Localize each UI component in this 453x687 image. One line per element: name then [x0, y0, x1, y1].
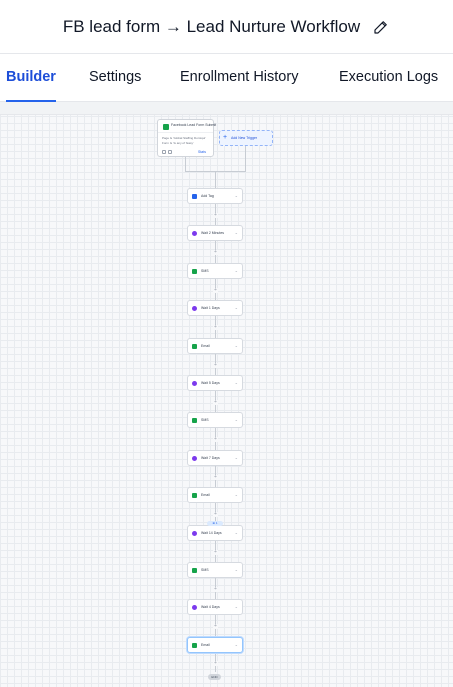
- action-node-sms[interactable]: SMS ⌄: [187, 412, 243, 428]
- action-label: Wait 1 Days: [201, 306, 220, 310]
- action-node-sms[interactable]: SMS ⌄: [187, 263, 243, 279]
- action-node-sms[interactable]: Email ⌄: [187, 338, 243, 354]
- end-node: END: [208, 674, 221, 680]
- stats-link[interactable]: Stats: [198, 150, 206, 154]
- action-label: SMS: [201, 269, 209, 273]
- connector: [245, 146, 246, 171]
- clock-icon: [192, 306, 197, 311]
- add-action-icon[interactable]: +: [213, 250, 218, 255]
- tab-settings[interactable]: Settings: [89, 54, 141, 101]
- clock-icon: [192, 456, 197, 461]
- clock-icon: [192, 381, 197, 386]
- chevron-down-icon[interactable]: ⌄: [235, 380, 238, 385]
- action-node-sms[interactable]: Email ⌄: [187, 637, 243, 653]
- add-action-icon[interactable]: +: [213, 624, 218, 629]
- canvas-toolbar: [0, 102, 453, 115]
- action-label: Wait 14 Days: [201, 531, 222, 535]
- message-icon: [192, 568, 197, 573]
- action-label: Email: [201, 344, 210, 348]
- clock-icon: [192, 231, 197, 236]
- plus-icon: +: [223, 134, 228, 141]
- message-icon: [192, 269, 197, 274]
- action-label: SMS: [201, 568, 209, 572]
- message-icon: [192, 344, 197, 349]
- chevron-down-icon[interactable]: ⌄: [235, 343, 238, 348]
- action-node-wait[interactable]: Wait 1 Days ⌄: [187, 300, 243, 316]
- action-node-sms[interactable]: Email ⌄: [187, 487, 243, 503]
- action-label: Add Tag: [201, 194, 214, 198]
- action-label: Wait 2 Minutes: [201, 231, 225, 235]
- chevron-down-icon[interactable]: ⌄: [235, 530, 238, 535]
- action-label: Wait 4 Days: [201, 605, 220, 609]
- add-action-icon[interactable]: +: [213, 400, 218, 405]
- action-node-wait[interactable]: Wait 5 Days ⌄: [187, 375, 243, 391]
- connector: [215, 171, 216, 188]
- tab-enrollment-history[interactable]: Enrollment History: [180, 54, 298, 101]
- trigger-filter: Page Is 'Global Staffing Domiqui': [162, 136, 206, 140]
- tab-bar: Builder Settings Enrollment History Exec…: [0, 54, 453, 102]
- clock-icon: [192, 605, 197, 610]
- add-action-icon[interactable]: +: [213, 587, 218, 592]
- chevron-down-icon[interactable]: ⌄: [235, 305, 238, 310]
- chevron-down-icon[interactable]: ⌄: [235, 230, 238, 235]
- action-label: Wait 5 Days: [201, 381, 220, 385]
- action-node-wait[interactable]: Wait 4 Days ⌄: [187, 599, 243, 615]
- add-trigger-label: Add New Trigger: [231, 136, 258, 140]
- add-trigger-button[interactable]: + Add New Trigger: [219, 130, 273, 146]
- add-action-icon[interactable]: +: [213, 512, 218, 517]
- workflow-canvas[interactable]: Facebook Lead Form Submit Page Is 'Globa…: [0, 102, 453, 687]
- action-label: Email: [201, 643, 210, 647]
- tab-execution-logs[interactable]: Execution Logs: [339, 54, 438, 101]
- delete-icon[interactable]: [168, 150, 172, 154]
- chevron-down-icon[interactable]: ⌄: [235, 455, 238, 460]
- action-label: Email: [201, 493, 210, 497]
- trigger-title: Facebook Lead Form Submit: [171, 123, 217, 127]
- add-action-icon[interactable]: +: [213, 661, 218, 666]
- message-icon: [192, 418, 197, 423]
- enrollment-badge[interactable]: ⊕ 1: [207, 521, 223, 526]
- chevron-down-icon[interactable]: ⌄: [235, 268, 238, 273]
- add-action-icon[interactable]: +: [213, 437, 218, 442]
- add-action-icon[interactable]: +: [213, 363, 218, 368]
- trigger-card[interactable]: Facebook Lead Form Submit Page Is 'Globa…: [157, 119, 217, 157]
- action-node-tag[interactable]: Add Tag ⌄: [187, 188, 243, 204]
- message-icon: [192, 643, 197, 648]
- connector: [185, 157, 186, 171]
- trigger-filter: Form Is 'Is any of 'Easy': [162, 141, 194, 145]
- form-icon: [163, 124, 169, 130]
- action-label: SMS: [201, 418, 209, 422]
- add-action-icon[interactable]: +: [213, 325, 218, 330]
- action-node-sms[interactable]: SMS ⌄: [187, 562, 243, 578]
- add-action-icon[interactable]: +: [213, 288, 218, 293]
- message-icon: [192, 493, 197, 498]
- chevron-down-icon[interactable]: ⌄: [235, 193, 238, 198]
- action-node-wait[interactable]: Wait 7 Days ⌄: [187, 450, 243, 466]
- chevron-down-icon[interactable]: ⌄: [235, 642, 238, 647]
- action-node-wait[interactable]: Wait 14 Days ⌄: [187, 525, 243, 541]
- tag-icon: [192, 194, 197, 199]
- chevron-down-icon[interactable]: ⌄: [235, 417, 238, 422]
- add-action-icon[interactable]: +: [213, 475, 218, 480]
- chevron-down-icon[interactable]: ⌄: [235, 492, 238, 497]
- action-node-wait[interactable]: Wait 2 Minutes ⌄: [187, 225, 243, 241]
- copy-icon[interactable]: [162, 150, 166, 154]
- clock-icon: [192, 531, 197, 536]
- workflow-title: FB lead form → Lead Nurture Workflow: [62, 16, 361, 36]
- action-label: Wait 7 Days: [201, 456, 220, 460]
- tab-builder[interactable]: Builder: [6, 54, 56, 102]
- chevron-down-icon[interactable]: ⌄: [235, 604, 238, 609]
- add-action-icon[interactable]: +: [213, 213, 218, 218]
- pencil-icon[interactable]: [372, 18, 390, 36]
- divider: [158, 132, 213, 133]
- workflow-header: FB lead form → Lead Nurture Workflow: [0, 0, 453, 54]
- chevron-down-icon[interactable]: ⌄: [235, 567, 238, 572]
- add-action-icon[interactable]: +: [213, 550, 218, 555]
